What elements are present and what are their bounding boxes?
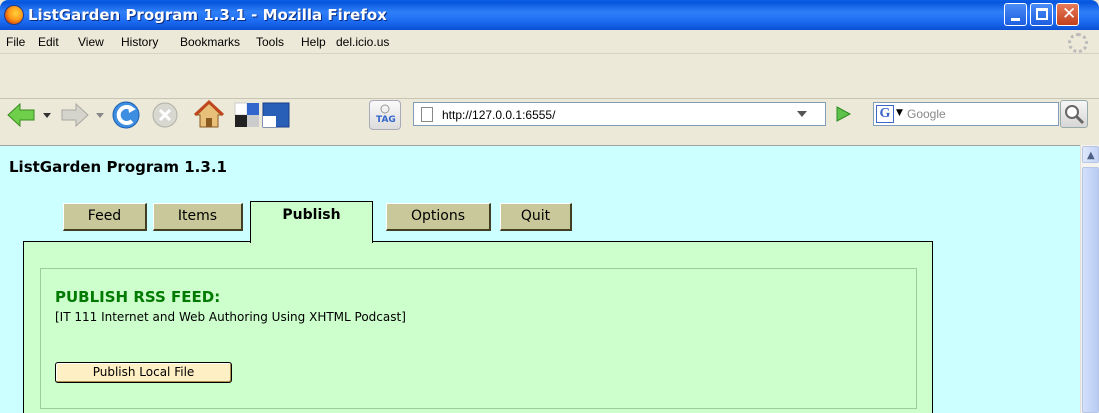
tab-options[interactable]: Options xyxy=(386,203,491,231)
menu-bookmarks[interactable]: Bookmarks xyxy=(180,35,240,49)
page-title: ListGarden Program 1.3.1 xyxy=(9,158,227,176)
url-dropdown-icon[interactable] xyxy=(796,109,808,119)
search-button[interactable] xyxy=(1060,100,1088,128)
search-bar[interactable]: G ▼ Google xyxy=(873,102,1059,126)
menu-file[interactable]: File xyxy=(6,35,25,49)
magnifier-icon xyxy=(1065,105,1085,125)
bookmark-icon[interactable] xyxy=(262,102,290,128)
minimize-button[interactable] xyxy=(1004,3,1027,26)
maximize-button[interactable] xyxy=(1030,3,1053,26)
tab-quit[interactable]: Quit xyxy=(500,203,572,231)
firefox-logo-icon xyxy=(4,5,24,25)
forward-arrow-icon[interactable] xyxy=(60,102,90,128)
tag-icon xyxy=(380,104,390,114)
delicious-icon[interactable] xyxy=(234,102,260,128)
scroll-thumb[interactable] xyxy=(1082,167,1099,413)
vertical-scrollbar[interactable]: ▲ xyxy=(1080,145,1099,413)
chevron-up-icon: ▲ xyxy=(1087,150,1095,161)
window-title: ListGarden Program 1.3.1 - Mozilla Firef… xyxy=(28,6,387,24)
stop-icon[interactable] xyxy=(150,100,180,130)
throbber-icon xyxy=(1068,33,1088,53)
navigation-toolbar xyxy=(0,55,1099,99)
feed-name: [IT 111 Internet and Web Authoring Using… xyxy=(55,310,406,324)
back-dropdown-icon[interactable] xyxy=(42,110,52,120)
search-input[interactable]: Google xyxy=(907,107,946,121)
tab-items[interactable]: Items xyxy=(153,203,243,231)
page-content: ListGarden Program 1.3.1 Feed Items Publ… xyxy=(0,145,1080,413)
forward-dropdown-icon[interactable] xyxy=(95,110,105,120)
go-arrow-icon[interactable] xyxy=(833,104,853,124)
engine-dropdown-icon[interactable]: ▼ xyxy=(896,108,903,118)
menu-edit[interactable]: Edit xyxy=(38,35,59,49)
google-logo-icon[interactable]: G xyxy=(876,105,894,123)
publish-section: PUBLISH RSS FEED: [IT 111 Internet and W… xyxy=(40,268,917,409)
close-button[interactable]: ✕ xyxy=(1056,3,1079,26)
url-bar[interactable]: http://127.0.0.1:6555/ xyxy=(413,102,826,126)
page-icon xyxy=(421,107,433,122)
close-icon: ✕ xyxy=(1062,4,1077,24)
publish-local-file-button[interactable]: Publish Local File xyxy=(55,362,232,383)
reload-icon[interactable] xyxy=(110,99,142,131)
maximize-icon xyxy=(1036,8,1048,20)
menu-delicious[interactable]: del.icio.us xyxy=(336,35,389,49)
home-icon[interactable] xyxy=(193,99,225,131)
menu-history[interactable]: History xyxy=(121,35,158,49)
tab-feed[interactable]: Feed xyxy=(63,203,147,231)
menu-tools[interactable]: Tools xyxy=(256,35,284,49)
menu-help[interactable]: Help xyxy=(301,35,326,49)
menu-bar: File Edit View History Bookmarks Tools H… xyxy=(0,30,1099,54)
back-arrow-icon[interactable] xyxy=(6,102,36,128)
section-heading: PUBLISH RSS FEED: xyxy=(55,288,221,306)
menu-view[interactable]: View xyxy=(78,35,104,49)
window-title-bar[interactable]: ListGarden Program 1.3.1 - Mozilla Firef… xyxy=(0,0,1099,30)
minimize-icon xyxy=(1011,18,1020,21)
scroll-up-button[interactable]: ▲ xyxy=(1082,146,1099,163)
publish-panel: PUBLISH RSS FEED: [IT 111 Internet and W… xyxy=(23,241,933,413)
tag-label: TAG xyxy=(376,115,396,125)
tag-button[interactable]: TAG xyxy=(369,100,401,130)
tab-publish[interactable]: Publish xyxy=(250,201,373,243)
url-text[interactable]: http://127.0.0.1:6555/ xyxy=(442,108,555,122)
